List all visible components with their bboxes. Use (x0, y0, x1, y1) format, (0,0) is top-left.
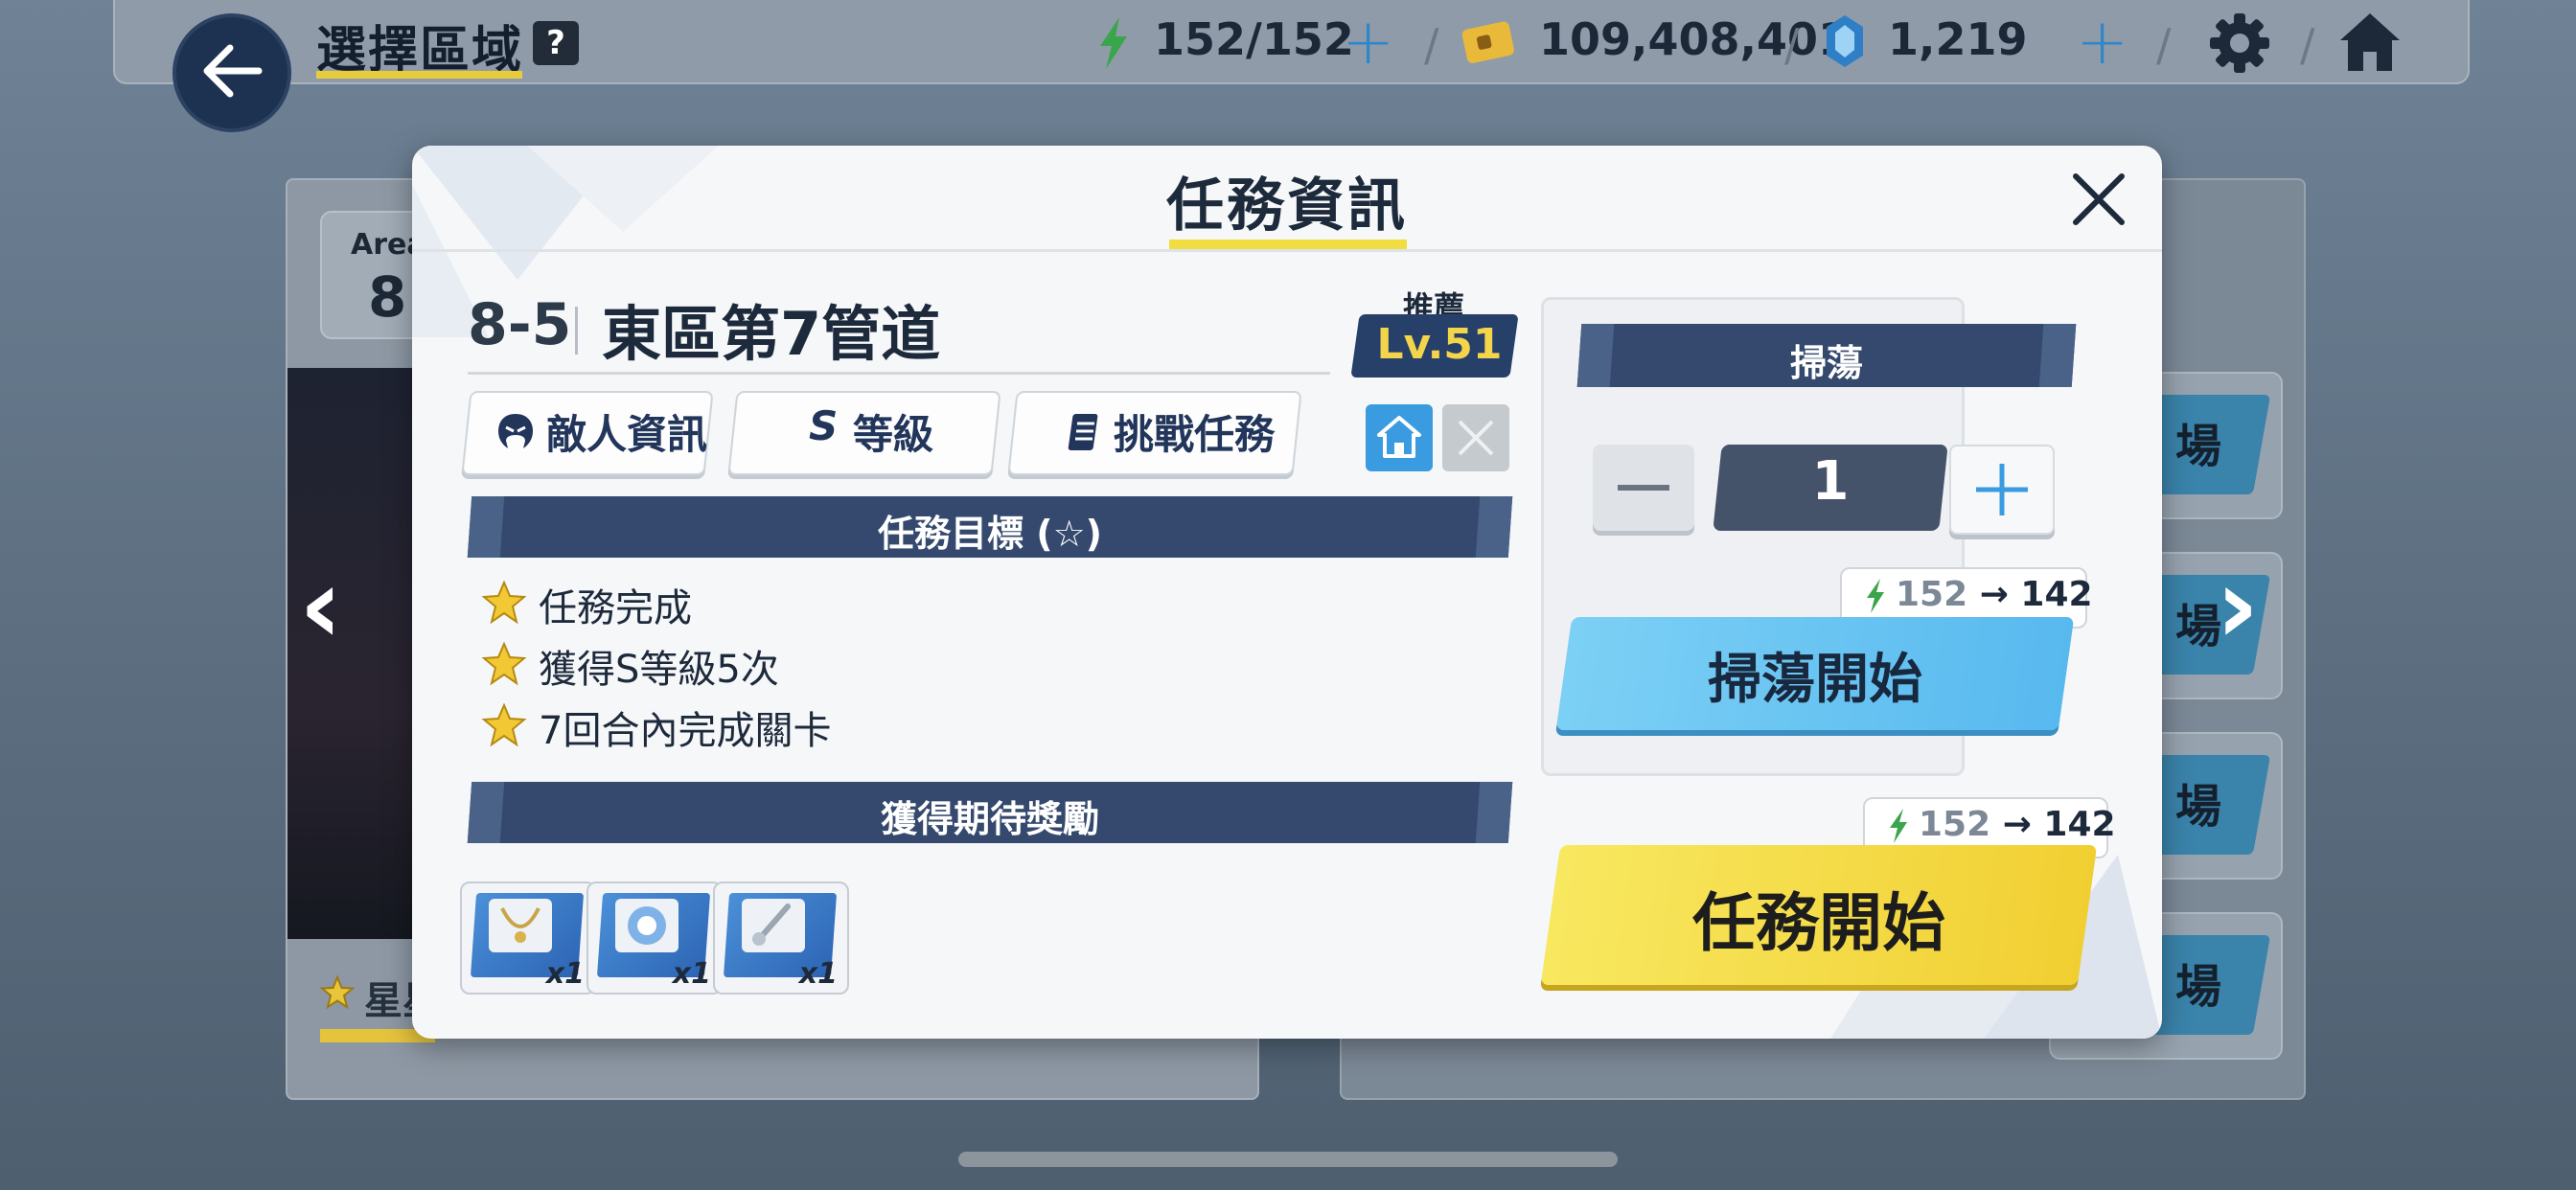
reward-count: x1 (798, 957, 838, 991)
disabled-toggle[interactable] (1442, 404, 1509, 471)
add-gems-button[interactable]: + (2076, 11, 2128, 74)
ap-cost: 152 → 142 (1896, 575, 2093, 614)
recommend-level: Lv.51 (1376, 320, 1503, 369)
next-stage-arrow[interactable]: › (2216, 544, 2259, 667)
reward-item[interactable]: x1 (713, 881, 849, 995)
ap-bolt-icon (1867, 579, 1884, 613)
sweep-start-label: 掃蕩開始 (1708, 649, 1922, 711)
stage-name: 東區第7管道 (602, 299, 941, 369)
divider (412, 249, 2162, 252)
credits-value: 109,408,401 (1539, 13, 1850, 65)
reward-item[interactable]: x1 (586, 881, 723, 995)
star-icon (481, 642, 527, 686)
enemy-face-icon (498, 414, 533, 448)
dialog-title: 任務資訊 (1166, 172, 1408, 240)
divider (575, 307, 578, 355)
necklace-icon (489, 899, 552, 952)
add-stamina-button[interactable]: + (1342, 11, 1394, 74)
rewards-title: 獲得期待獎勵 (880, 798, 1099, 840)
charm-icon (742, 899, 805, 952)
reward-count: x1 (545, 957, 585, 991)
enemy-info-label: 敵人資訊 (546, 411, 708, 458)
badge-icon (615, 899, 678, 952)
minus-icon (1618, 485, 1669, 491)
help-button[interactable]: ? (533, 21, 579, 65)
ap-bolt-icon (1890, 809, 1907, 843)
decrease-button[interactable] (1593, 445, 1694, 531)
quantity-value: 1 (1811, 450, 1850, 513)
plus-icon (1976, 464, 2028, 515)
star-icon (320, 975, 355, 1010)
stamina-value: 152/152 (1154, 13, 1354, 65)
separator: / (1784, 19, 1800, 71)
goal-item: 獲得S等級5次 (539, 648, 779, 692)
goal-item: 任務完成 (539, 586, 692, 630)
stage-id: 8-5 (468, 291, 572, 358)
gems-value: 1,219 (1888, 13, 2028, 65)
document-icon (1068, 414, 1098, 450)
close-icon (1458, 420, 1494, 456)
ap-cost: 152 → 142 (1919, 805, 2116, 844)
prev-stage-arrow[interactable]: ‹ (299, 544, 342, 667)
increase-button[interactable] (1949, 445, 2055, 535)
close-icon[interactable] (2066, 167, 2131, 232)
separator: / (2300, 19, 2315, 71)
separator: / (2156, 19, 2172, 71)
gem-icon (1827, 15, 1863, 67)
mission-start-label: 任務開始 (1692, 886, 1945, 960)
home-indicator (958, 1152, 1618, 1167)
title-underline (1169, 240, 1407, 249)
gear-icon[interactable] (2206, 10, 2273, 77)
goal-item: 7回合內完成關卡 (539, 709, 832, 753)
credit-card-icon (1461, 21, 1514, 63)
arrow-left-icon (203, 44, 263, 98)
title-underline (316, 71, 522, 79)
reward-count: x1 (672, 957, 711, 991)
mission-info-dialog: 任務資訊 8-5 東區第7管道 推薦 Lv.51 敵人資訊 S 等級 挑戰任務 (412, 146, 2162, 1039)
stamina-bolt-icon (1100, 17, 1127, 69)
separator: / (1424, 19, 1439, 71)
area-number: 8 (368, 264, 407, 330)
goals-title: 任務目標 (☆) (877, 513, 1103, 555)
reward-item[interactable]: x1 (460, 881, 596, 995)
star-icon (481, 703, 527, 747)
star-icon (481, 581, 527, 625)
home-icon[interactable] (2336, 10, 2404, 75)
challenge-mission-label: 挑戰任務 (1114, 411, 1276, 458)
rank-s-icon: S (809, 402, 839, 449)
back-button[interactable] (172, 13, 291, 132)
rank-label: 等級 (853, 411, 934, 458)
house-icon (1377, 416, 1421, 458)
sweep-title: 掃蕩 (1789, 342, 1863, 384)
home-filter-toggle[interactable] (1366, 404, 1433, 471)
divider (468, 372, 1330, 375)
